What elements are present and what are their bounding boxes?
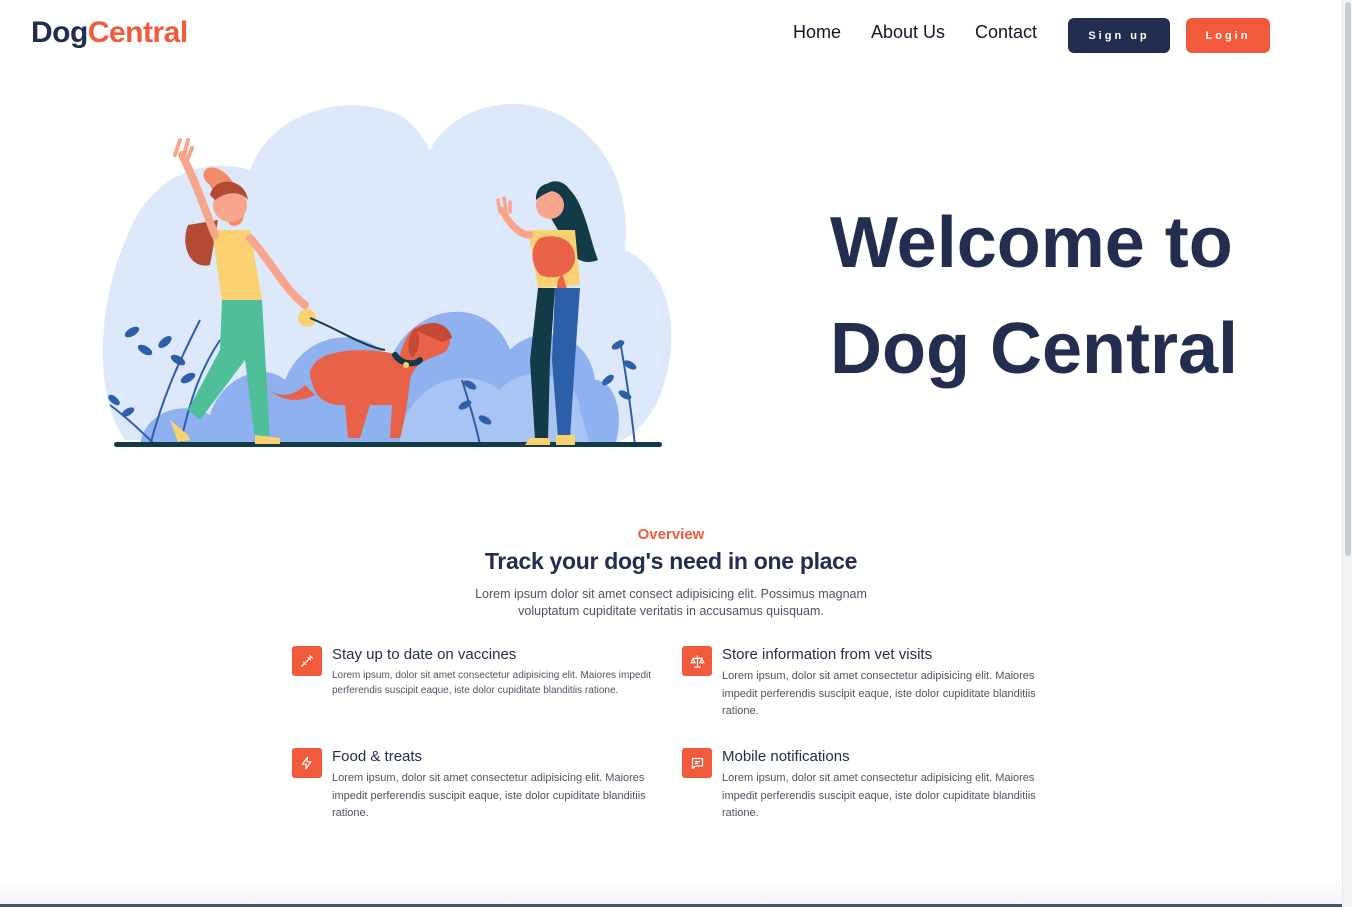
hero-title-line-1: Welcome to [830, 203, 1233, 283]
feature-title: Food & treats [332, 748, 423, 765]
ground-line [114, 442, 662, 447]
feature-title: Stay up to date on vaccines [332, 646, 517, 663]
logo-part-dog: Dog [31, 16, 88, 49]
feature-description: Lorem ipsum, dolor sit amet consectetur … [332, 670, 652, 696]
overview-subtitle: Lorem ipsum dolor sit amet consect adipi… [475, 587, 867, 618]
logo[interactable]: DogCentral [31, 16, 188, 50]
syringe-icon [292, 646, 322, 676]
feature-title: Store information from vet visits [722, 646, 933, 663]
scale-icon [682, 646, 712, 676]
feature-description: Lorem ipsum, dolor sit amet consectetur … [722, 772, 1036, 819]
hero-illustration [102, 103, 672, 447]
overview-title: Track your dog's need in one place [484, 548, 858, 574]
login-button[interactable]: Login [1186, 18, 1270, 53]
nav-home[interactable]: Home [793, 22, 841, 43]
signup-button[interactable]: Sign up [1068, 18, 1170, 53]
logo-part-central: Central [87, 16, 188, 49]
nav-about-us[interactable]: About Us [871, 22, 945, 43]
overview-eyebrow: Overview [637, 526, 705, 543]
nav-contact[interactable]: Contact [975, 22, 1037, 43]
feature-description: Lorem ipsum, dolor sit amet consectetur … [332, 772, 646, 819]
chat-icon [682, 748, 712, 778]
feature-title: Mobile notifications [722, 748, 850, 765]
scrollbar-thumb[interactable] [1345, 2, 1351, 556]
feature-description: Lorem ipsum, dolor sit amet consectetur … [722, 670, 1036, 717]
hero-title: Welcome to Dog Central [830, 190, 1310, 402]
hero-title-line-2: Dog Central [830, 309, 1239, 389]
footer-shadow [0, 880, 1342, 907]
lightning-icon [292, 748, 322, 778]
